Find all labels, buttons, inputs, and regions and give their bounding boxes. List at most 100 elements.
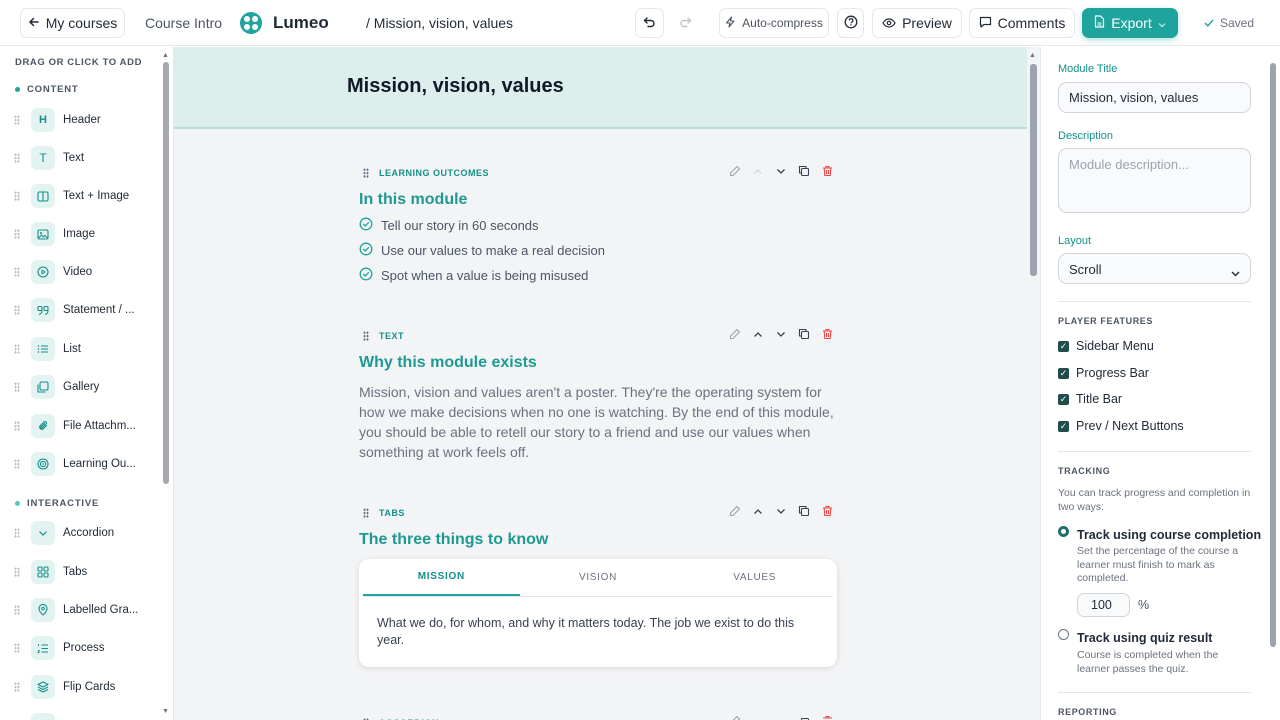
preview-button[interactable]: Preview [872, 8, 962, 38]
scroll-up-icon[interactable]: ▲ [1029, 52, 1036, 59]
drag-handle-icon[interactable] [14, 682, 20, 692]
move-down-icon[interactable] [775, 328, 787, 340]
drag-handle-icon[interactable] [14, 229, 20, 239]
course-intro-link[interactable]: Course Intro [145, 15, 222, 31]
canvas-scroll-thumb[interactable] [1030, 64, 1037, 276]
section-dot-icon [15, 87, 20, 92]
block-text-image[interactable]: Text + Image [14, 183, 144, 209]
description-input[interactable]: Module description... [1058, 148, 1251, 213]
drag-handle-icon[interactable] [14, 643, 20, 653]
move-down-icon[interactable] [775, 505, 787, 517]
track-quiz-radio[interactable] [1058, 629, 1069, 640]
drag-handle-icon[interactable] [14, 267, 20, 277]
text-block[interactable]: TEXT Why this module exists Mission, vis… [359, 328, 839, 462]
track-completion-label[interactable]: Track using course completion [1077, 528, 1261, 542]
delete-icon[interactable] [821, 165, 833, 177]
drag-handle-icon[interactable] [14, 344, 20, 354]
drag-handle-icon[interactable] [14, 605, 20, 615]
drag-handle-icon[interactable] [363, 331, 369, 341]
block-tabs[interactable]: Tabs [14, 559, 144, 585]
block-labelled-graphic[interactable]: Labelled Gra... [14, 597, 144, 623]
delete-icon[interactable] [821, 328, 833, 340]
drag-handle-icon[interactable] [14, 305, 20, 315]
drag-handle-icon[interactable] [14, 115, 20, 125]
block-type-label: LEARNING OUTCOMES [379, 168, 490, 178]
tab-mission[interactable]: MISSION [363, 559, 520, 596]
block-list[interactable]: List [14, 336, 144, 362]
completion-percent-input[interactable]: 100 [1077, 593, 1130, 617]
scroll-down-icon[interactable]: ▼ [162, 708, 169, 715]
edit-icon[interactable] [729, 165, 741, 177]
undo-button[interactable] [635, 8, 664, 38]
block-header[interactable]: H Header [14, 107, 144, 133]
duplicate-icon[interactable] [798, 715, 810, 720]
drag-handle-icon[interactable] [363, 168, 369, 178]
prev-next-checkbox[interactable]: ✓ Prev / Next Buttons [1058, 419, 1184, 433]
layout-select[interactable]: Scroll [1058, 253, 1251, 284]
sidebar-menu-checkbox[interactable]: ✓ Sidebar Menu [1058, 339, 1154, 353]
move-down-icon[interactable] [775, 165, 787, 177]
move-up-icon[interactable] [752, 715, 764, 720]
drag-handle-icon[interactable] [14, 459, 20, 469]
block-learning-outcomes[interactable]: Learning Ou... [14, 451, 144, 477]
redo-button[interactable] [671, 8, 700, 38]
checkbox-checked-icon: ✓ [1058, 340, 1069, 352]
accordion-block[interactable]: ACCORDION [359, 715, 839, 720]
comments-button[interactable]: Comments [969, 8, 1075, 38]
scroll-up-icon[interactable]: ▲ [162, 52, 169, 59]
block-statement[interactable]: Statement / ... [14, 297, 144, 323]
block-accordion[interactable]: Accordion [14, 520, 144, 546]
help-button[interactable] [837, 8, 864, 38]
layers-icon [31, 675, 55, 699]
export-button[interactable]: Export [1082, 8, 1178, 38]
my-courses-button[interactable]: My courses [20, 8, 125, 38]
gallery-icon [31, 375, 55, 399]
outcome-text: Use our values to make a real decision [381, 243, 606, 258]
drag-handle-icon[interactable] [14, 567, 20, 577]
module-title-input[interactable]: Mission, vision, values [1058, 82, 1251, 113]
canvas-scrollbar[interactable]: ▲ [1028, 52, 1038, 716]
block-more[interactable] [14, 712, 144, 720]
delete-icon[interactable] [821, 505, 833, 517]
tab-values[interactable]: VALUES [676, 559, 833, 596]
library-scroll-thumb[interactable] [163, 62, 169, 484]
block-video[interactable]: Video [14, 259, 144, 285]
tabs-block[interactable]: TABS The three things to know MISSION VI… [359, 505, 839, 667]
drag-handle-icon[interactable] [14, 382, 20, 392]
move-down-icon[interactable] [775, 715, 787, 720]
move-up-icon[interactable] [752, 165, 764, 177]
block-image[interactable]: Image [14, 221, 144, 247]
drag-handle-icon[interactable] [363, 508, 369, 518]
move-up-icon[interactable] [752, 328, 764, 340]
library-scrollbar[interactable]: ▲ ▼ [162, 52, 170, 716]
track-quiz-label[interactable]: Track using quiz result [1077, 631, 1212, 645]
block-flip-cards[interactable]: Flip Cards [14, 674, 144, 700]
track-completion-radio[interactable] [1058, 526, 1069, 537]
drag-handle-icon[interactable] [14, 528, 20, 538]
edit-icon[interactable] [729, 715, 741, 720]
breadcrumb: / Mission, vision, values [366, 15, 514, 31]
progress-bar-checkbox[interactable]: ✓ Progress Bar [1058, 366, 1149, 380]
tab-vision[interactable]: VISION [520, 559, 677, 596]
redo-icon [679, 15, 692, 31]
duplicate-icon[interactable] [798, 328, 810, 340]
drag-handle-icon[interactable] [14, 421, 20, 431]
block-file-attachment[interactable]: File Attachm... [14, 413, 144, 439]
block-text[interactable]: T Text [14, 145, 144, 171]
module-title-label: Module Title [1058, 63, 1118, 75]
block-gallery[interactable]: Gallery [14, 374, 144, 400]
drag-handle-icon[interactable] [14, 191, 20, 201]
edit-icon[interactable] [729, 505, 741, 517]
drag-handle-icon[interactable] [14, 153, 20, 163]
settings-scrollbar[interactable] [1269, 57, 1277, 717]
duplicate-icon[interactable] [798, 165, 810, 177]
move-up-icon[interactable] [752, 505, 764, 517]
auto-compress-button[interactable]: Auto-compress [719, 8, 829, 38]
duplicate-icon[interactable] [798, 505, 810, 517]
block-process[interactable]: Process [14, 635, 144, 661]
delete-icon[interactable] [821, 715, 833, 720]
learning-outcomes-block[interactable]: LEARNING OUTCOMES In this module Tell ou… [359, 165, 839, 284]
title-bar-checkbox[interactable]: ✓ Title Bar [1058, 392, 1122, 406]
settings-scroll-thumb[interactable] [1270, 63, 1276, 647]
edit-icon[interactable] [729, 328, 741, 340]
